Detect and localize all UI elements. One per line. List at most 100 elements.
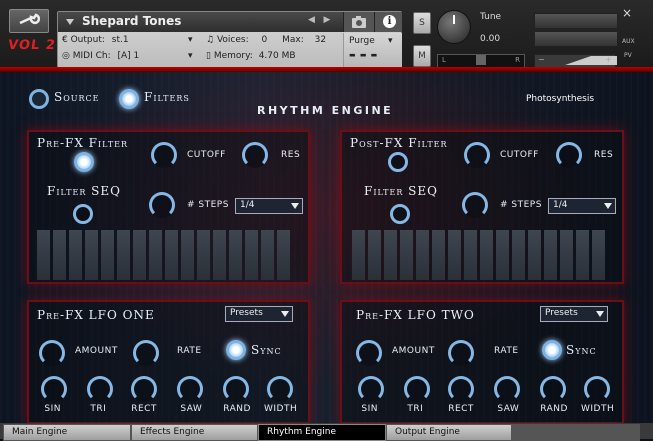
post-fx-seq-toggle[interactable] (390, 204, 410, 224)
post-fx-filter-toggle[interactable] (388, 152, 408, 172)
sequencer-step[interactable] (512, 230, 525, 280)
lfo-one-presets-label: Presets (230, 308, 263, 318)
output-value[interactable]: st.1 (112, 35, 129, 45)
post-fx-step-sequencer[interactable] (352, 230, 605, 280)
sequencer-step[interactable] (496, 230, 509, 280)
lfo-one-tri-knob[interactable] (87, 376, 113, 402)
collapse-arrow-icon[interactable] (66, 19, 74, 25)
pan-handle[interactable] (476, 55, 486, 65)
sequencer-step[interactable] (480, 230, 493, 280)
sequencer-step[interactable] (352, 230, 365, 280)
info-button[interactable]: i (374, 12, 402, 32)
lfo-one-rand-knob[interactable] (223, 376, 249, 402)
post-fx-steps-dropdown[interactable]: 1/4 (548, 198, 616, 214)
midi-dropdown-arrow-icon[interactable]: ▾ (188, 51, 193, 61)
lfo-two-amount-label: AMOUNT (392, 346, 435, 356)
lfo-one-sync-toggle[interactable] (226, 340, 246, 360)
volume-plus-icon[interactable]: + (605, 55, 612, 64)
mute-button[interactable]: M (413, 45, 431, 67)
filters-radio[interactable] (119, 89, 139, 109)
pan-slider[interactable]: L R (437, 54, 525, 68)
sequencer-step[interactable] (464, 230, 477, 280)
sequencer-step[interactable] (261, 230, 274, 280)
post-fx-res-knob[interactable] (556, 142, 582, 168)
lfo-two-width-knob[interactable] (584, 376, 610, 402)
lfo-two-rand-knob[interactable] (540, 376, 566, 402)
post-fx-seq-knob[interactable] (462, 192, 488, 218)
lfo-two-sin-knob[interactable] (358, 376, 384, 402)
lfo-two-rate-knob[interactable] (448, 340, 474, 366)
midi-row[interactable]: ◎ MIDI Ch: [A] 1 ▾ (62, 51, 193, 61)
lfo-two-presets-dropdown[interactable]: Presets (540, 306, 608, 322)
sequencer-step[interactable] (448, 230, 461, 280)
midi-value[interactable]: [A] 1 (117, 51, 139, 61)
close-icon[interactable]: × (622, 6, 632, 20)
tune-knob[interactable] (437, 10, 471, 44)
sequencer-step[interactable] (197, 230, 210, 280)
lfo-one-amount-knob[interactable] (39, 340, 65, 366)
lfo-one-rect-knob[interactable] (131, 376, 157, 402)
tab-effects-engine[interactable]: Effects Engine (131, 424, 258, 441)
lfo-one-sin-knob[interactable] (41, 376, 67, 402)
volume-minus-icon[interactable]: − (538, 55, 545, 64)
sequencer-step[interactable] (165, 230, 178, 280)
solo-button[interactable]: S (413, 12, 431, 34)
pre-fx-step-sequencer[interactable] (37, 230, 290, 280)
sequencer-step[interactable] (416, 230, 429, 280)
sequencer-step[interactable] (213, 230, 226, 280)
pre-fx-seq-toggle[interactable] (73, 204, 93, 224)
sequencer-step[interactable] (576, 230, 589, 280)
sequencer-step[interactable] (400, 230, 413, 280)
pre-fx-steps-dropdown[interactable]: 1/4 (235, 198, 303, 214)
purge-button[interactable]: Purge ▾ ▬ ▬ ▬ (343, 33, 402, 67)
aux-button[interactable]: AUX (622, 38, 635, 45)
sequencer-step[interactable] (544, 230, 557, 280)
wrench-button[interactable] (9, 9, 49, 33)
sequencer-step[interactable] (384, 230, 397, 280)
output-dropdown-arrow-icon[interactable]: ▾ (188, 35, 193, 45)
tab-rhythm-engine[interactable]: Rhythm Engine (258, 424, 386, 441)
output-row[interactable]: € Output: st.1 ▾ (62, 35, 193, 45)
lfo-one-rate-knob[interactable] (133, 340, 159, 366)
sequencer-step[interactable] (53, 230, 66, 280)
tune-label: Tune (480, 12, 502, 22)
post-fx-cutoff-knob[interactable] (464, 142, 490, 168)
lfo-two-tri-knob[interactable] (404, 376, 430, 402)
sequencer-step[interactable] (101, 230, 114, 280)
pv-button[interactable]: PV (624, 52, 632, 59)
lfo-two-saw-knob[interactable] (494, 376, 520, 402)
lfo-two-rect-knob[interactable] (448, 376, 474, 402)
lfo-two-sync-toggle[interactable] (542, 340, 562, 360)
lfo-one-presets-dropdown[interactable]: Presets (225, 306, 293, 322)
pre-fx-filter-toggle[interactable] (74, 152, 94, 172)
snapshot-button[interactable] (343, 12, 374, 32)
sequencer-step[interactable] (117, 230, 130, 280)
pre-fx-cutoff-knob[interactable] (151, 142, 177, 168)
sequencer-step[interactable] (229, 230, 242, 280)
source-radio[interactable] (29, 89, 49, 109)
lfo-two-amount-knob[interactable] (356, 340, 382, 366)
lfo-one-saw-knob[interactable] (177, 376, 203, 402)
sequencer-step[interactable] (277, 230, 290, 280)
tab-main-engine[interactable]: Main Engine (3, 424, 131, 441)
sequencer-step[interactable] (133, 230, 146, 280)
sequencer-step[interactable] (245, 230, 258, 280)
sequencer-step[interactable] (368, 230, 381, 280)
sequencer-step[interactable] (432, 230, 445, 280)
volume-slider[interactable]: − + (534, 54, 617, 68)
pre-fx-seq-knob[interactable] (149, 192, 175, 218)
pre-fx-res-knob[interactable] (242, 142, 268, 168)
lfo-one-width-knob[interactable] (267, 376, 293, 402)
sequencer-step[interactable] (37, 230, 50, 280)
sequencer-step[interactable] (181, 230, 194, 280)
sequencer-step[interactable] (85, 230, 98, 280)
sequencer-step[interactable] (560, 230, 573, 280)
tab-output-engine[interactable]: Output Engine (386, 424, 512, 441)
sequencer-step[interactable] (528, 230, 541, 280)
sequencer-step[interactable] (592, 230, 605, 280)
instrument-title[interactable]: Shepard Tones (82, 14, 181, 28)
sequencer-step[interactable] (69, 230, 82, 280)
sequencer-step[interactable] (149, 230, 162, 280)
max-value[interactable]: 32 (315, 35, 326, 45)
instrument-nav-arrows[interactable]: ◀ ▶ (308, 15, 330, 25)
